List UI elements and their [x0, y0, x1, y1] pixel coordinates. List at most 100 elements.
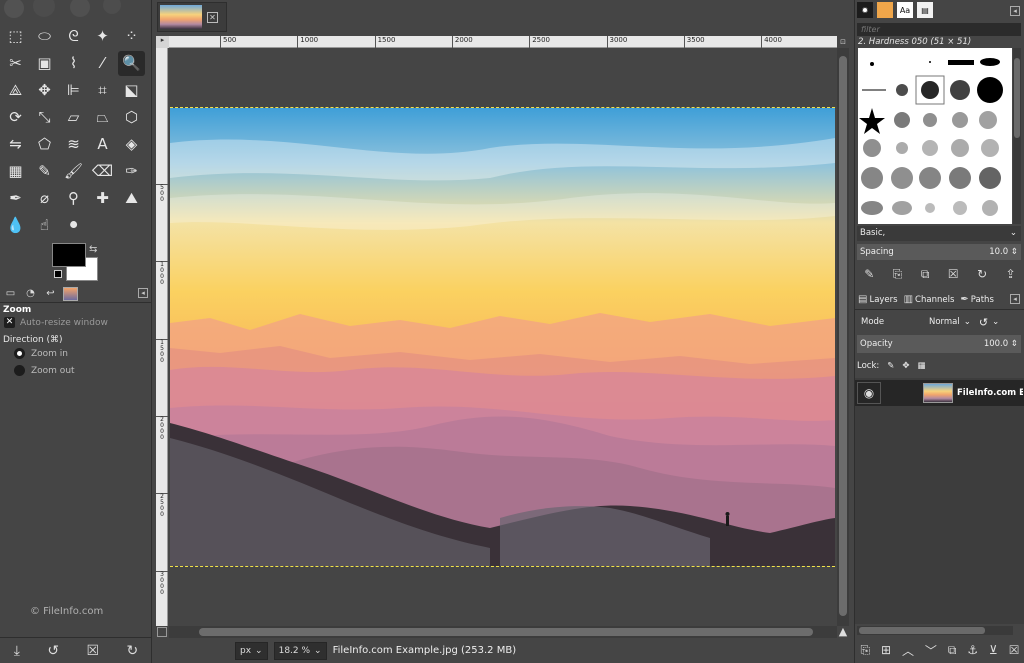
zoom-tool-icon[interactable]: 🔍 — [118, 51, 145, 76]
zoom-toggle-icon[interactable]: ⊡ — [837, 38, 849, 48]
eraser-tool-icon[interactable]: ⌫ — [89, 159, 116, 184]
chevron-down-icon[interactable]: ⌄ — [992, 317, 999, 327]
text-tool-icon[interactable]: A — [89, 132, 116, 157]
tool-options-tab-icon[interactable]: ▭ — [3, 287, 18, 301]
delete-brush-icon[interactable]: ☒ — [948, 267, 959, 281]
reset-colors-icon[interactable] — [54, 270, 62, 278]
mypaint-brush-icon[interactable]: ⌀ — [31, 186, 58, 211]
panel-menu-icon[interactable]: ◂ — [1010, 6, 1020, 16]
bucket-fill-icon[interactable]: ◈ — [118, 132, 145, 157]
lock-alpha-icon[interactable]: ▦ — [918, 361, 926, 371]
vertical-scrollbar-thumb[interactable] — [839, 56, 847, 616]
scale-tool-icon[interactable]: ⤡ — [31, 105, 58, 130]
warp-transform-icon[interactable]: ≋ — [60, 132, 87, 157]
canvas-area[interactable] — [169, 48, 835, 626]
free-select-icon[interactable]: ᘓ — [60, 24, 87, 49]
dodge-burn-icon[interactable]: ⚫ — [60, 213, 87, 238]
spinner-icon[interactable]: ⇕ — [1011, 247, 1018, 257]
mode-reset-icon[interactable]: ↺ — [979, 316, 988, 329]
smudge-tool-icon[interactable]: ☝ — [31, 213, 58, 238]
spacing-slider[interactable]: Spacing 10.0 ⇕ — [857, 244, 1021, 260]
open-brush-as-image-icon[interactable]: ⇪ — [1006, 267, 1016, 281]
undo-history-tab-icon[interactable]: ↩ — [43, 287, 58, 301]
select-by-color-icon[interactable]: ⁘ — [118, 24, 145, 49]
crop-tool-icon[interactable]: ⌗ — [89, 78, 116, 103]
brush-scrollbar-thumb[interactable] — [1014, 58, 1020, 138]
blur-sharpen-icon[interactable]: 💧 — [2, 213, 29, 238]
color-picker-icon[interactable]: ⁄ — [89, 51, 116, 76]
canvas-image[interactable] — [170, 107, 835, 567]
cage-transform-icon[interactable]: ⬠ — [31, 132, 58, 157]
airbrush-tool-icon[interactable]: ✑ — [118, 159, 145, 184]
vertical-scrollbar[interactable] — [837, 48, 849, 626]
layer-row[interactable]: ◉ FileInfo.com Example.jpg — [855, 380, 1024, 406]
perspective-clone-icon[interactable]: ⛰ — [118, 186, 145, 211]
edit-brush-icon[interactable]: ✎ — [864, 267, 874, 281]
brush-scrollbar[interactable] — [1013, 48, 1021, 224]
spinner-icon[interactable]: ⇕ — [1011, 339, 1018, 349]
3d-transform-icon[interactable]: ⬡ — [118, 105, 145, 130]
lock-position-icon[interactable]: ✥ — [902, 361, 909, 371]
layer-list-scrollbar-thumb[interactable] — [859, 627, 985, 634]
raise-layer-icon[interactable]: ︿ — [902, 642, 914, 659]
lower-layer-icon[interactable]: ﹀ — [925, 642, 937, 659]
lock-pixels-icon[interactable]: ✎ — [887, 361, 894, 371]
rotate-tool-icon[interactable]: ⟳ — [2, 105, 29, 130]
duplicate-brush-icon[interactable]: ⧉ — [921, 267, 930, 282]
heal-tool-icon[interactable]: ✚ — [89, 186, 116, 211]
vertical-ruler[interactable]: 5 0 0 1 0 0 0 1 5 0 0 2 0 0 0 2 5 0 0 3 0 0 0 — [156, 48, 168, 626]
new-layer-group-icon[interactable]: ⊞ — [881, 643, 891, 657]
brush-grid[interactable] — [858, 48, 1012, 224]
panel-menu-icon[interactable]: ◂ — [138, 288, 148, 298]
paths-tool-icon[interactable]: ⌇ — [60, 51, 87, 76]
patterns-tab-icon[interactable] — [877, 2, 893, 18]
foreground-color-swatch[interactable] — [52, 243, 86, 267]
horizontal-scrollbar[interactable] — [169, 626, 837, 638]
move-tool-icon[interactable]: ✥ — [31, 78, 58, 103]
document-history-tab-icon[interactable]: ▤ — [917, 2, 933, 18]
pencil-tool-icon[interactable]: ✎ — [31, 159, 58, 184]
measure-tool-icon[interactable]: ⟁ — [2, 78, 29, 103]
anchor-layer-icon[interactable]: ⚓ — [967, 643, 978, 657]
merge-layer-icon[interactable]: ⊻ — [989, 643, 998, 657]
zoom-out-option[interactable]: Zoom out — [14, 365, 75, 376]
auto-resize-checkbox[interactable]: ✕ — [4, 317, 15, 328]
scissors-select-icon[interactable]: ✂ — [2, 51, 29, 76]
save-options-icon[interactable]: ⤓ — [14, 643, 20, 659]
layer-list-scrollbar[interactable] — [857, 626, 1013, 635]
align-tool-icon[interactable]: ⊫ — [60, 78, 87, 103]
image-tab[interactable]: ✕ — [157, 2, 227, 32]
images-tab-icon[interactable] — [63, 286, 78, 301]
paintbrush-tool-icon[interactable]: 🖌 — [60, 159, 87, 184]
opacity-slider[interactable]: Opacity 100.0 ⇕ — [857, 335, 1021, 353]
rect-select-icon[interactable]: ⬚ — [2, 24, 29, 49]
foreground-select-icon[interactable]: ▣ — [31, 51, 58, 76]
delete-options-icon[interactable]: ☒ — [87, 643, 100, 659]
eye-icon[interactable]: ◉ — [857, 382, 881, 404]
brushes-tab-icon[interactable]: ✹ — [857, 2, 873, 18]
brush-preset-select[interactable]: Basic, ⌄ — [857, 226, 1021, 241]
unified-transform-icon[interactable]: ⬕ — [118, 78, 145, 103]
ink-tool-icon[interactable]: ✒ — [2, 186, 29, 211]
tab-layers[interactable]: ▤ Layers — [858, 294, 898, 305]
mode-select[interactable]: Normal ⌄ — [929, 317, 971, 327]
close-icon[interactable]: ✕ — [207, 11, 218, 23]
device-status-tab-icon[interactable]: ◔ — [23, 287, 38, 301]
zoom-in-option[interactable]: Zoom in — [14, 348, 68, 359]
reset-options-icon[interactable]: ↻ — [127, 643, 139, 659]
ellipse-select-icon[interactable]: ⬭ — [31, 24, 58, 49]
flip-tool-icon[interactable]: ⇋ — [2, 132, 29, 157]
panel-menu-icon[interactable]: ◂ — [1010, 294, 1020, 304]
unit-select[interactable]: px ⌄ — [235, 641, 268, 660]
tab-paths[interactable]: ✒ Paths — [960, 294, 994, 305]
fuzzy-select-icon[interactable]: ✦ — [89, 24, 116, 49]
quick-mask-toggle-icon[interactable] — [157, 627, 167, 637]
new-brush-icon[interactable]: ⎘ — [893, 267, 903, 282]
tab-channels[interactable]: ▥ Channels — [904, 294, 955, 305]
zoom-select[interactable]: 18.2 % ⌄ — [273, 641, 327, 660]
perspective-tool-icon[interactable]: ⏢ — [89, 105, 116, 130]
layer-list[interactable]: ◉ FileInfo.com Example.jpg — [855, 378, 1024, 624]
layer-name[interactable]: FileInfo.com Example.jpg — [957, 388, 1023, 398]
swap-colors-icon[interactable]: ⇆ — [89, 244, 97, 255]
shear-tool-icon[interactable]: ▱ — [60, 105, 87, 130]
